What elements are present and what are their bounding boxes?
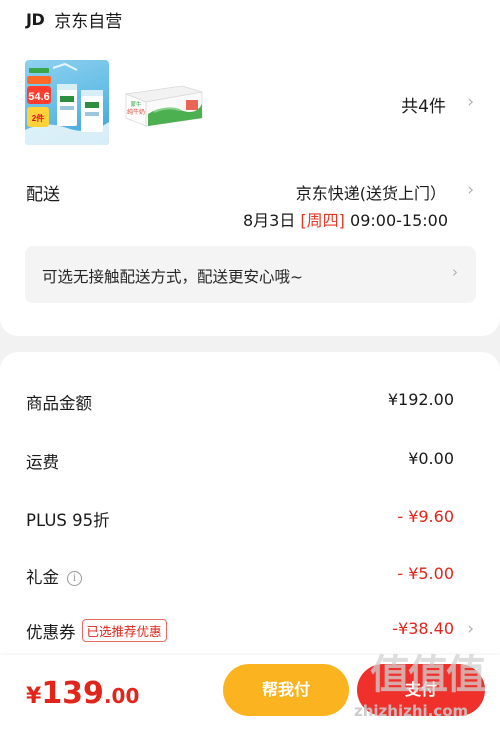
help-me-pay-button[interactable]: 帮我付	[223, 664, 349, 716]
milk-gift-box-image: 蒙牛 纯牛奶	[124, 85, 203, 127]
chevron-right-icon: ›	[452, 263, 458, 281]
recommended-coupon-badge: 已选推荐优惠	[81, 619, 167, 642]
plus-discount-label: PLUS 95折	[26, 511, 110, 530]
shipping-method[interactable]: 京东快递(送货上门）	[296, 180, 446, 204]
coupon-label: 优惠券	[26, 623, 76, 642]
product-count[interactable]: 共4件	[401, 92, 446, 117]
promo-badge-tag: 2件	[32, 113, 44, 123]
plus-discount-value: - ¥9.60	[397, 507, 454, 526]
goods-amount-value: ¥192.00	[387, 390, 454, 409]
chevron-right-icon[interactable]: ›	[467, 180, 474, 200]
product-thumbnail-2[interactable]: 蒙牛 纯牛奶	[124, 80, 204, 130]
promo-price-tag: 54.6	[28, 91, 49, 103]
delivery-time[interactable]: 8月3日 [周四] 09:00-15:00	[243, 207, 448, 231]
chevron-right-icon[interactable]: ›	[467, 619, 474, 639]
shop-name: 京东自营	[54, 11, 123, 32]
gift-money-value: - ¥5.00	[397, 564, 454, 583]
currency-symbol: ¥	[26, 684, 42, 709]
shop-header[interactable]: JD 京东自营	[26, 8, 123, 32]
price-summary-card: 商品金额 ¥192.00 运费 ¥0.00 PLUS 95折 - ¥9.60 礼…	[0, 352, 500, 672]
notice-text: 可选无接触配送方式，配送更安心哦~	[42, 268, 303, 286]
shipping-label: 配送	[26, 185, 60, 205]
contactless-delivery-notice[interactable]: 可选无接触配送方式，配送更安心哦~ ›	[25, 246, 476, 303]
delivery-weekday: [周四]	[300, 211, 345, 230]
svg-text:蒙牛: 蒙牛	[130, 100, 142, 108]
jd-logo: JD	[26, 9, 45, 29]
pay-button[interactable]: 支付	[357, 664, 485, 716]
order-card: JD 京东自营 54.6 2件 蒙牛 纯牛奶 共4件 › 配送 京东快递(送货上…	[0, 0, 500, 336]
gift-money-label: 礼金	[26, 568, 59, 587]
coupon-value[interactable]: -¥38.40	[392, 619, 454, 638]
total-decimal: .00	[103, 684, 140, 708]
delivery-window: 09:00-15:00	[344, 211, 448, 230]
product-thumbnail-1[interactable]: 54.6 2件	[25, 60, 109, 145]
gift-money-row: 礼金 i	[26, 564, 82, 588]
gift-box-label: 纯牛奶	[127, 108, 145, 116]
coupon-row[interactable]: 优惠券 已选推荐优惠	[26, 619, 167, 643]
goods-amount-label: 商品金额	[26, 394, 92, 413]
shipping-fee-value: ¥0.00	[408, 449, 454, 468]
milk-carton-promo-image: 54.6 2件	[25, 62, 109, 145]
shipping-fee-label: 运费	[26, 453, 59, 472]
delivery-date: 8月3日	[242, 211, 301, 230]
total-amount: ¥139.00	[26, 676, 139, 711]
chevron-right-icon[interactable]: ›	[467, 92, 474, 112]
total-integer: 139	[41, 676, 104, 711]
info-icon[interactable]: i	[67, 571, 82, 586]
